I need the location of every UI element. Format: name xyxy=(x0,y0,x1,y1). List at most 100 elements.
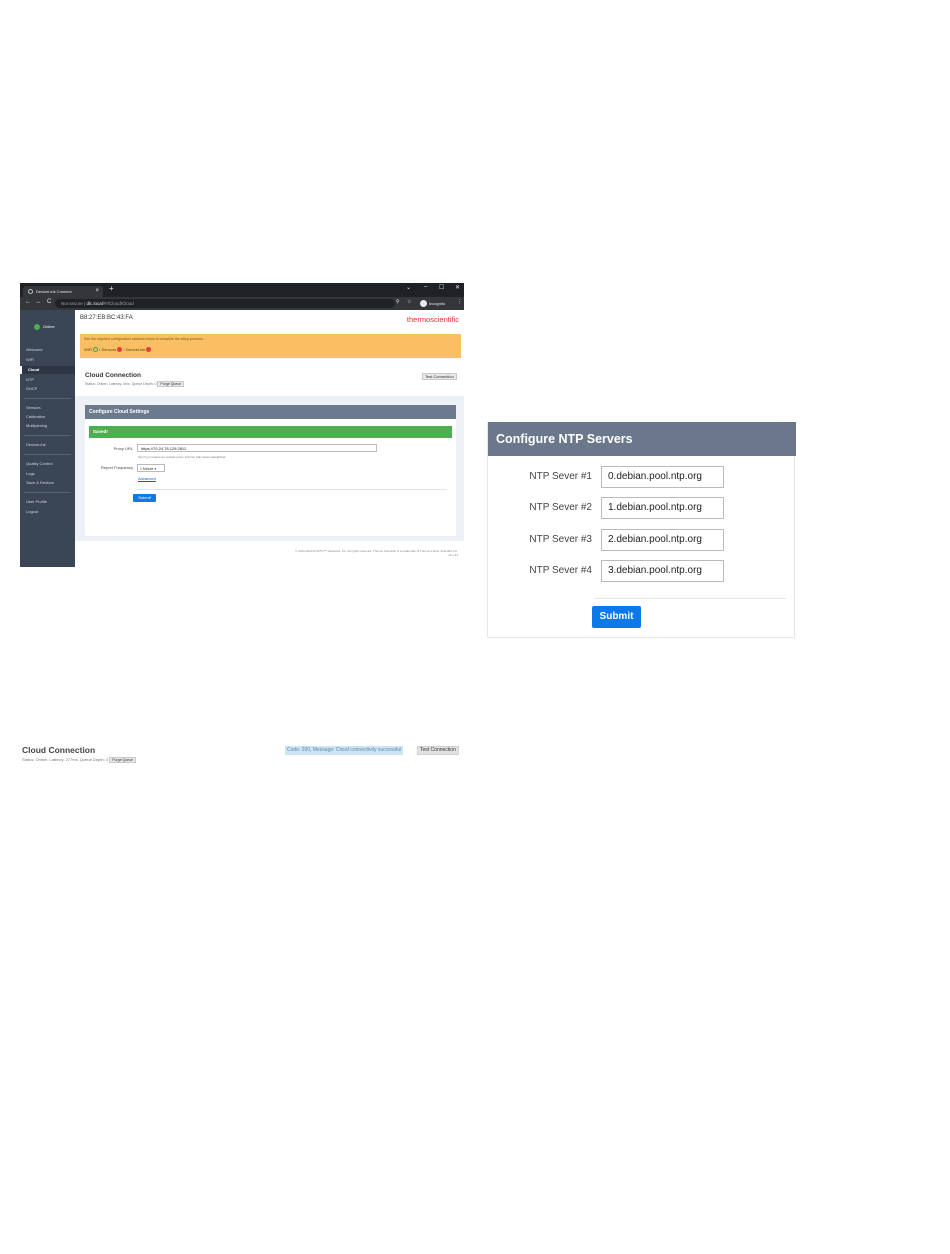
ntp-server-4-input[interactable]: 3.debian.pool.ntp.org xyxy=(601,560,724,582)
logo-scientific: scientific xyxy=(430,315,459,324)
tab-close-icon[interactable]: × xyxy=(95,286,99,297)
purge-queue-button[interactable]: Purge Queue xyxy=(109,757,137,763)
url-path: /#!/Cloud/Cloud xyxy=(102,301,134,306)
kebab-menu-icon[interactable]: ⋮ xyxy=(457,299,462,305)
sidebar-item-multiplexing[interactable]: Multiplexing xyxy=(20,422,75,430)
cloud-status: Status: Online, Latency: 0ms, Queue Dept… xyxy=(85,381,185,387)
error-circle-icon xyxy=(117,347,123,353)
tab-title: DeviceLink Connect xyxy=(36,289,72,294)
url-host: dlc.local xyxy=(86,301,103,306)
back-button[interactable]: ← xyxy=(25,299,31,305)
page-footer: © 2012-2020 RUPTU™ Networks, Inc. All ri… xyxy=(295,549,458,557)
sidebar-divider xyxy=(24,454,71,455)
report-frequency-label: Report Frequency xyxy=(100,465,133,470)
browser-tab[interactable]: DeviceLink Connect × xyxy=(23,286,103,297)
step-sensors-link[interactable]: Sensors xyxy=(102,347,117,352)
cloud-connection-bar: Cloud Connection Status: Online, Latency… xyxy=(20,743,464,767)
not-secure-label: Not secure xyxy=(61,301,83,306)
incognito-icon xyxy=(420,300,427,308)
proxy-url-label: Proxy URL xyxy=(113,446,133,451)
proxy-url-input[interactable]: https://70.24.78.129:2812 xyxy=(137,444,377,452)
sidebar-item-cloud[interactable]: Cloud xyxy=(20,366,75,374)
ntp-panel-header: Configure NTP Servers xyxy=(488,422,796,456)
sidebar-item-calibration[interactable]: Calibration xyxy=(20,413,75,421)
cloud-connection-status: Status: Online, Latency: 277ms, Queue De… xyxy=(22,757,137,763)
sidebar-item-wifi[interactable]: WiFi xyxy=(20,356,75,364)
connectivity-success-message: Code: 200, Message: Cloud connectivity s… xyxy=(285,746,404,755)
ntp-servers-panel: Configure NTP Servers NTP Sever #1 0.deb… xyxy=(487,422,796,638)
sidebar-item-logs[interactable]: Logs xyxy=(20,470,75,478)
ntp-server-4-label: NTP Sever #4 xyxy=(529,565,592,576)
submit-button[interactable]: Submit xyxy=(133,494,156,502)
ntp-server-row: NTP Sever #2 1.debian.pool.ntp.org xyxy=(488,497,796,521)
incognito-indicator[interactable]: Incognito xyxy=(420,299,456,308)
sidebar-item-ntp[interactable]: NTP xyxy=(20,376,75,384)
cloud-settings-panel: Configure Cloud Settings Saved! Proxy UR… xyxy=(85,405,456,536)
sidebar-item-logout[interactable]: Logout xyxy=(20,508,75,516)
ntp-server-1-input[interactable]: 0.debian.pool.ntp.org xyxy=(601,466,724,488)
sidebar-item-devicelink[interactable]: DeviceLink xyxy=(20,441,75,449)
online-status: Online xyxy=(34,324,55,330)
star-icon[interactable]: ☆ xyxy=(407,299,411,305)
error-circle-icon xyxy=(146,347,152,353)
panel-header: Configure Cloud Settings xyxy=(85,405,456,419)
advanced-link[interactable]: Advanced xyxy=(138,476,156,481)
reload-button[interactable]: C xyxy=(47,299,51,305)
sidebar-item-quality-control[interactable]: Quality Control xyxy=(20,460,75,468)
close-window-button[interactable]: ✕ xyxy=(455,284,460,291)
report-frequency-value: 1 Minute xyxy=(140,467,154,471)
saved-alert: Saved! xyxy=(89,426,452,438)
purge-queue-button[interactable]: Purge Queue xyxy=(157,381,185,387)
sidebar-item-dhcp[interactable]: DHCP xyxy=(20,385,75,393)
ntp-server-row: NTP Sever #1 0.debian.pool.ntp.org xyxy=(488,466,796,490)
chevron-down-icon[interactable]: ⌄ xyxy=(406,284,411,291)
step-devicelink-link[interactable]: DeviceLink xyxy=(126,347,146,352)
cloud-connection-status-text: Status: Online, Latency: 277ms, Queue De… xyxy=(22,757,109,762)
cloud-connection-title: Cloud Connection xyxy=(22,745,96,755)
check-circle-icon xyxy=(93,347,99,353)
ntp-server-2-input[interactable]: 1.debian.pool.ntp.org xyxy=(601,497,724,519)
ntp-server-3-label: NTP Sever #3 xyxy=(529,534,592,545)
test-connection-button[interactable]: Test Connection xyxy=(417,746,459,755)
sidebar-item-welcome[interactable]: Welcome xyxy=(20,346,75,354)
step-separator: / xyxy=(99,347,101,352)
ntp-form-divider xyxy=(594,598,786,599)
minimize-button[interactable]: – xyxy=(424,284,427,290)
status-dot-icon xyxy=(34,324,40,330)
forward-button[interactable]: → xyxy=(35,299,41,305)
setup-warning-banner: See the required configuration sections … xyxy=(80,334,461,358)
page-title: Cloud Connection xyxy=(85,372,141,379)
ntp-submit-button[interactable]: Submit xyxy=(592,606,641,628)
url-field[interactable]: Not secure | dlc.local/#!/Cloud/Cloud xyxy=(55,299,395,308)
sidebar-item-sensors[interactable]: Sensors xyxy=(20,404,75,412)
new-tab-button[interactable]: + xyxy=(109,284,114,293)
sidebar-divider xyxy=(24,398,71,399)
search-icon[interactable]: ⚲ xyxy=(396,299,400,305)
device-mac-address: B8:27:EB:BC:43:FA xyxy=(80,315,133,321)
main-content: B8:27:EB:BC:43:FA thermoscientific See t… xyxy=(75,310,464,567)
banner-message: See the required configuration sections … xyxy=(84,337,204,341)
sidebar-divider xyxy=(24,435,71,436)
maximize-button[interactable]: ☐ xyxy=(439,284,444,291)
sidebar-item-save-restore[interactable]: Save & Restore xyxy=(20,479,75,487)
ntp-server-3-input[interactable]: 2.debian.pool.ntp.org xyxy=(601,529,724,551)
step-wifi-link[interactable]: WiFi xyxy=(84,347,92,352)
incognito-label: Incognito xyxy=(429,301,446,306)
thermo-scientific-logo: thermoscientific xyxy=(407,315,459,324)
step-separator: / xyxy=(123,347,125,352)
test-connection-button[interactable]: Test Connection xyxy=(422,373,457,380)
ntp-server-1-label: NTP Sever #1 xyxy=(529,471,592,482)
status-label: Online xyxy=(43,324,55,330)
report-frequency-select[interactable]: 1 Minute ▾ xyxy=(137,464,165,472)
device-link-browser-window: DeviceLink Connect × + ⌄ – ☐ ✕ ← → C Not… xyxy=(20,283,464,567)
favicon-icon xyxy=(28,289,33,294)
logo-thermo: thermo xyxy=(406,315,431,324)
setup-steps: WiFi / Sensors / DeviceLink xyxy=(84,347,152,353)
address-bar-row: ← → C Not secure | dlc.local/#!/Cloud/Cl… xyxy=(20,297,464,310)
form-divider xyxy=(137,489,447,490)
browser-tabstrip: DeviceLink Connect × + ⌄ – ☐ ✕ xyxy=(20,283,464,297)
footer-copyright: © 2012-2020 RUPTU™ Networks, Inc. All ri… xyxy=(295,549,458,553)
ntp-server-row: NTP Sever #4 3.debian.pool.ntp.org xyxy=(488,560,796,584)
sidebar-item-user-profile[interactable]: User Profile xyxy=(20,498,75,506)
sidebar: Online Welcome WiFi Cloud NTP DHCP Senso… xyxy=(20,310,75,567)
